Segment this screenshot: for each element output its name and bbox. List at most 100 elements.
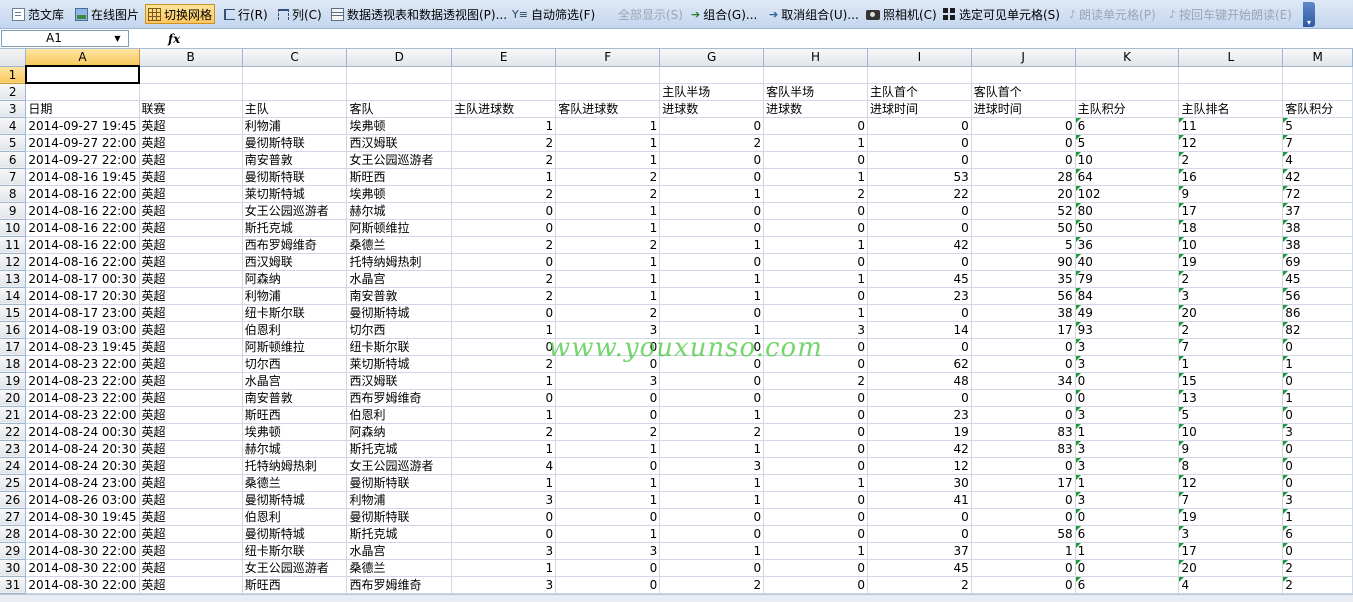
cell[interactable]: 1 [659,185,765,203]
cell[interactable]: 2 [1178,321,1284,339]
template-library-button[interactable]: 范文库 [10,4,66,24]
cell[interactable]: 英超 [139,304,243,322]
cell[interactable]: 2014-08-17 23:00 [25,304,140,322]
cell[interactable] [659,66,765,84]
cell[interactable]: 赫尔城 [346,202,453,220]
cell[interactable]: 3 [659,457,765,475]
cell[interactable]: 客队半场 [763,83,868,101]
speak-cells-button[interactable]: ♪ 朗读单元格(P) [1067,4,1158,24]
cell[interactable]: 伯恩利 [242,321,348,339]
cell[interactable]: 0 [659,202,765,220]
column-header-m[interactable]: M [1282,49,1353,67]
cell[interactable]: 2014-08-24 23:00 [25,474,140,492]
cell[interactable]: 0 [763,423,868,441]
cell[interactable]: 1 [659,542,765,560]
cell[interactable]: 19 [1178,253,1284,271]
cell[interactable]: 0 [867,525,972,543]
cell[interactable] [139,66,243,84]
cell[interactable]: 2 [451,423,557,441]
cell[interactable]: 2 [555,185,661,203]
cell[interactable] [867,66,972,84]
row-header[interactable]: 20 [0,389,27,407]
cell[interactable]: 42 [867,440,972,458]
cell[interactable]: 0 [659,372,765,390]
cell[interactable]: 5 [1075,134,1180,152]
cell[interactable]: 3 [1178,525,1284,543]
cell[interactable]: 1 [971,542,1076,560]
cell[interactable]: 20 [971,185,1076,203]
cell[interactable]: 0 [451,525,557,543]
row-header[interactable]: 5 [0,134,27,152]
cell[interactable]: 49 [1075,304,1180,322]
cell[interactable]: 6 [1075,525,1180,543]
cell[interactable]: 英超 [139,321,243,339]
cell[interactable]: 2 [1282,559,1353,577]
cell[interactable] [555,66,661,84]
cell[interactable]: 0 [763,525,868,543]
cell[interactable]: 17 [971,321,1076,339]
cell[interactable]: 1 [451,372,557,390]
cell[interactable]: 曼彻斯特城 [242,525,348,543]
cell[interactable]: 0 [971,406,1076,424]
cell[interactable]: 2 [659,576,765,594]
cell[interactable]: 72 [1282,185,1353,203]
cell[interactable]: 0 [659,168,765,186]
cell[interactable]: 45 [867,559,972,577]
cell[interactable]: 17 [1178,542,1284,560]
cell[interactable]: 0 [555,457,661,475]
cell[interactable]: 0 [763,576,868,594]
cell[interactable]: 埃弗顿 [242,423,348,441]
cell[interactable]: 2014-08-23 22:00 [25,389,140,407]
cell[interactable]: 2014-08-30 22:00 [25,576,140,594]
cell[interactable]: 2014-08-30 22:00 [25,559,140,577]
column-header-c[interactable]: C [242,49,348,67]
cell[interactable]: 英超 [139,440,243,458]
cell[interactable]: 38 [971,304,1076,322]
cell[interactable]: 0 [763,406,868,424]
cell[interactable]: 2014-09-27 22:00 [25,134,140,152]
cell[interactable]: 0 [971,389,1076,407]
cell[interactable]: 英超 [139,151,243,169]
cell[interactable]: 0 [971,151,1076,169]
cell[interactable]: 1 [555,219,661,237]
cell[interactable]: 0 [867,219,972,237]
cell[interactable]: 2014-08-23 22:00 [25,406,140,424]
cell[interactable]: 2 [555,168,661,186]
cell[interactable]: 19 [1178,508,1284,526]
cell[interactable]: 35 [971,270,1076,288]
cell[interactable]: 7 [1178,338,1284,356]
column-header-b[interactable]: B [139,49,243,67]
cell[interactable]: 斯旺西 [242,406,348,424]
cell[interactable]: 56 [1282,287,1353,305]
cell[interactable]: 90 [971,253,1076,271]
cell[interactable]: 英超 [139,185,243,203]
select-visible-cells-button[interactable]: 选定可见单元格(S) [941,4,1062,24]
cell[interactable]: 1 [1282,389,1353,407]
cell[interactable]: 0 [867,389,972,407]
cell[interactable]: 14 [867,321,972,339]
cell[interactable]: 37 [867,542,972,560]
cell[interactable]: 2014-08-17 20:30 [25,287,140,305]
select-all-corner[interactable] [0,49,27,67]
cell[interactable]: 2014-08-24 20:30 [25,440,140,458]
cell[interactable]: 阿森纳 [346,423,453,441]
row-header[interactable]: 19 [0,372,27,390]
cell[interactable]: 28 [971,168,1076,186]
cell[interactable]: 83 [971,440,1076,458]
cell[interactable]: 1 [555,151,661,169]
cell[interactable]: 0 [763,117,868,135]
cell[interactable]: 0 [867,338,972,356]
cell[interactable]: 1 [555,491,661,509]
row-header[interactable]: 14 [0,287,27,305]
cell[interactable]: 斯托克城 [346,525,453,543]
row-header[interactable]: 7 [0,168,27,186]
cell[interactable]: 西汉姆联 [346,372,453,390]
cell[interactable]: 利物浦 [242,287,348,305]
cell[interactable]: 0 [659,508,765,526]
row-header[interactable]: 24 [0,457,27,475]
cell[interactable]: 62 [867,355,972,373]
column-button[interactable]: 列(C) [276,4,324,24]
cell[interactable]: 3 [1075,440,1180,458]
cell[interactable]: 38 [1282,219,1353,237]
show-all-button[interactable]: 全部显示(S) [616,4,685,24]
